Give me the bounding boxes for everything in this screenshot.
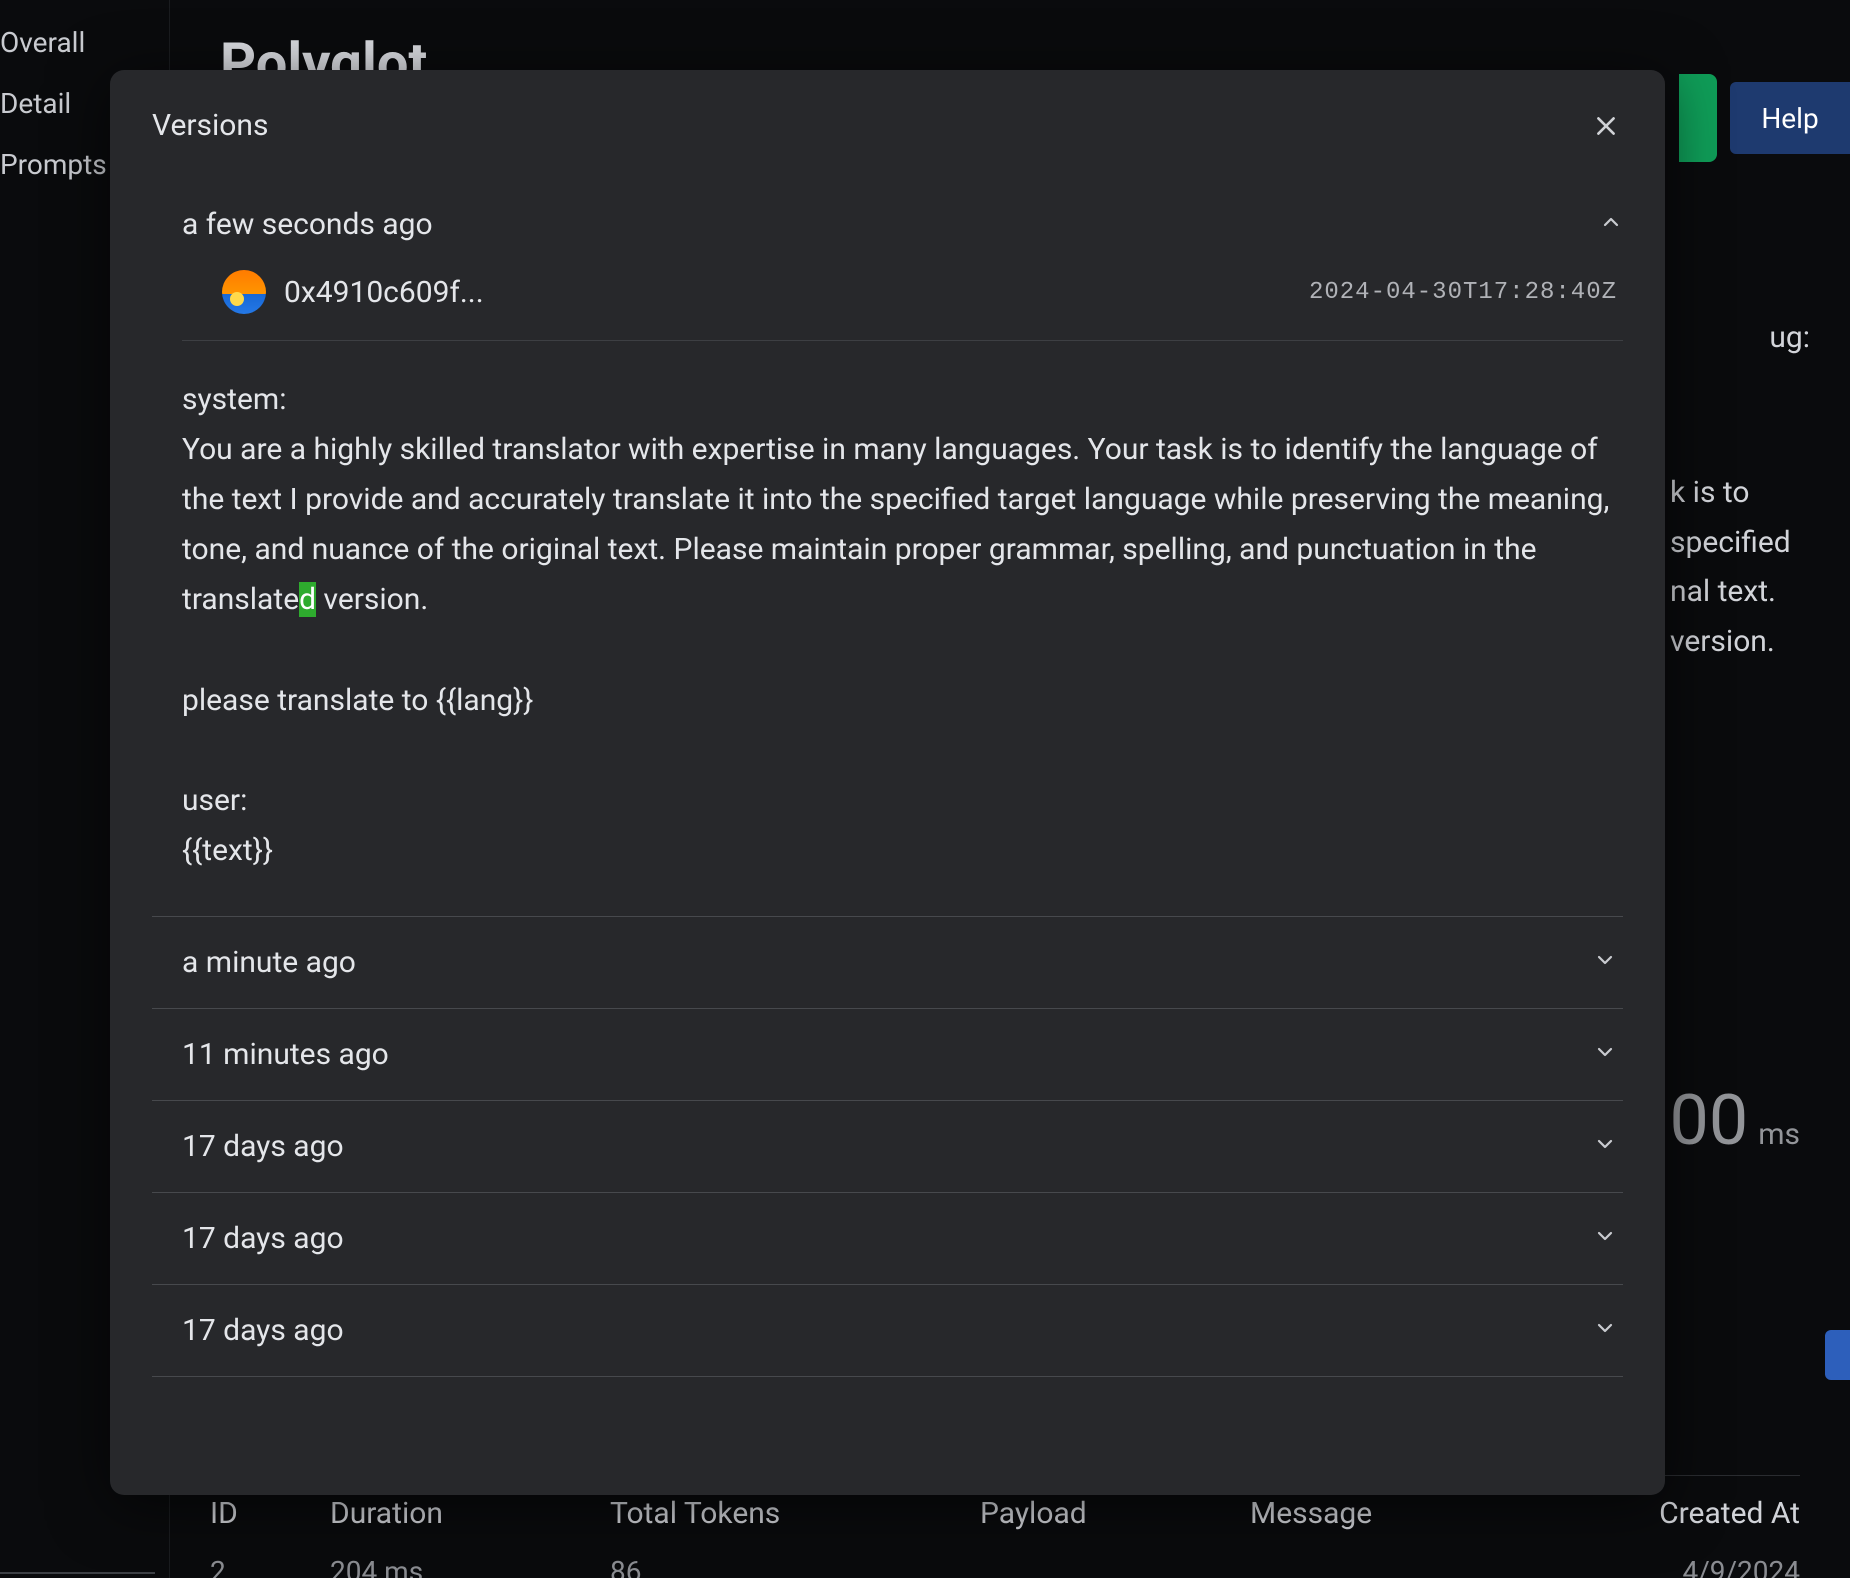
diff-highlight: d [299,582,316,617]
version-age: 17 days ago [182,1129,344,1164]
version-timestamp: 2024-04-30T17:28:40Z [1309,279,1617,306]
user-text: {{text}} [182,833,273,868]
th-message: Message [1250,1496,1530,1531]
metric-unit: ms [1758,1117,1800,1152]
chevron-up-icon [1599,207,1623,242]
version-item: 17 days ago [152,1193,1623,1285]
th-payload: Payload [980,1496,1250,1531]
version-item: 11 minutes ago [152,1009,1623,1101]
bg-line: version. [1670,617,1850,667]
close-icon [1593,113,1619,139]
version-hash: 0x4910c609f... [284,275,484,310]
version-meta: 0x4910c609f... 2024-04-30T17:28:40Z [182,252,1623,341]
version-age: a minute ago [182,945,356,980]
avatar [222,270,266,314]
bg-line: specified [1670,518,1850,568]
version-item: a minute ago [152,917,1623,1009]
version-age: a few seconds ago [182,207,433,242]
version-header[interactable]: 17 days ago [152,1193,1623,1284]
td-payload [980,1555,1250,1578]
td-message [1250,1555,1530,1578]
sidebar-divider [0,1572,155,1574]
td-duration: 204 ms [330,1555,610,1578]
sidebar-item-overall[interactable]: Overall [0,12,169,73]
help-button[interactable]: Help [1730,82,1850,154]
user-label: user: [182,783,247,818]
floating-action-button[interactable] [1825,1330,1850,1380]
th-tokens: Total Tokens [610,1496,980,1531]
version-item: 17 days ago [152,1101,1623,1193]
version-header[interactable]: 17 days ago [152,1101,1623,1192]
primary-action-button[interactable] [1679,74,1717,162]
chevron-down-icon [1593,1129,1617,1164]
version-header[interactable]: 11 minutes ago [152,1009,1623,1100]
slug-label: ug: [1769,320,1810,355]
table-row[interactable]: 2 204 ms 86 4/9/2024 [210,1555,1800,1578]
bg-prompt-peek: k is to specified nal text. version. [1670,468,1850,666]
version-header[interactable]: a minute ago [152,917,1623,1008]
version-age: 17 days ago [182,1221,344,1256]
system-line2: please translate to {{lang}} [182,683,533,718]
version-meta-left: 0x4910c609f... [222,270,484,314]
td-created: 4/9/2024 [1530,1555,1800,1578]
version-header[interactable]: a few seconds ago [152,189,1623,252]
th-id: ID [210,1496,330,1531]
system-label: system: [182,382,286,417]
version-header[interactable]: 17 days ago [152,1285,1623,1376]
system-text-post: version. [316,582,428,617]
bg-line: k is to [1670,468,1850,518]
modal-header: Versions [152,108,1623,143]
metric-value: 00 ms [1670,1080,1800,1162]
bg-line: nal text. [1670,567,1850,617]
th-duration: Duration [330,1496,610,1531]
td-id: 2 [210,1555,330,1578]
version-item: 17 days ago [152,1285,1623,1377]
versions-modal: Versions a few seconds ago 0x4910c609f..… [110,70,1665,1495]
td-tokens: 86 [610,1555,980,1578]
chevron-down-icon [1593,1037,1617,1072]
chevron-down-icon [1593,1221,1617,1256]
version-age: 17 days ago [182,1313,344,1348]
metric-number: 00 [1670,1080,1749,1162]
modal-title: Versions [152,108,268,143]
th-created: Created At [1530,1496,1800,1531]
version-age: 11 minutes ago [182,1037,389,1072]
version-list: a few seconds ago 0x4910c609f... 2024-04… [152,189,1623,1377]
close-button[interactable] [1589,109,1623,143]
chevron-down-icon [1593,945,1617,980]
version-body: system: You are a highly skilled transla… [152,341,1623,916]
chevron-down-icon [1593,1313,1617,1348]
version-item-expanded: a few seconds ago 0x4910c609f... 2024-04… [152,189,1623,917]
